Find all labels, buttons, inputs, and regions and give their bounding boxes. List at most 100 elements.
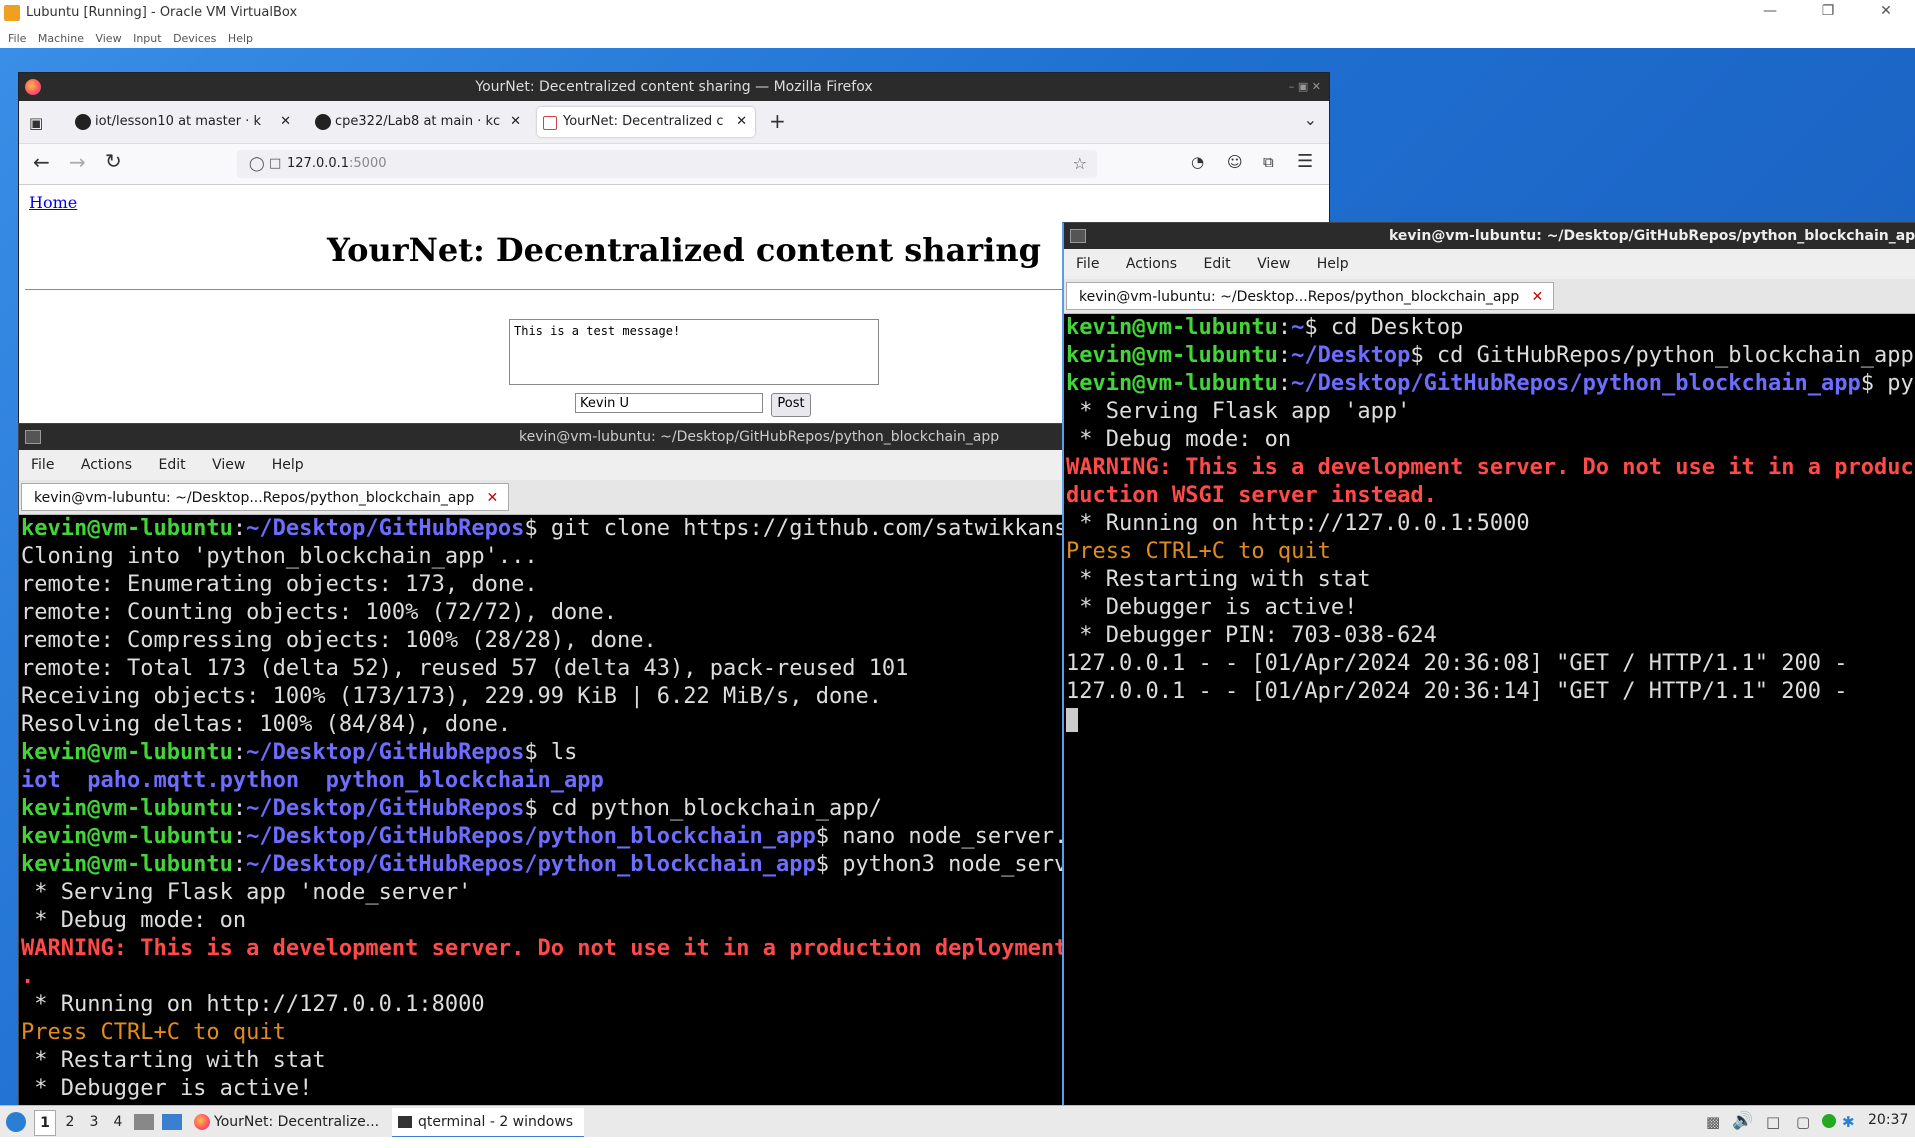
close-button[interactable]: ✕: [1868, 3, 1904, 23]
close-tab-icon[interactable]: ✕: [280, 107, 291, 137]
start-menu-icon[interactable]: [6, 1112, 26, 1132]
menu-view[interactable]: View: [212, 450, 245, 480]
author-input[interactable]: Kevin U: [575, 393, 763, 413]
account-icon[interactable]: ☺: [1227, 153, 1243, 171]
workspace-2[interactable]: 2: [62, 1110, 78, 1134]
terminal-line: WARNING: This is a development server. D…: [21, 936, 1081, 961]
menu-hamburger-icon[interactable]: ☰: [1297, 151, 1313, 172]
close-tab-icon[interactable]: ✕: [487, 484, 499, 512]
tab-overview-icon[interactable]: ▣: [29, 114, 43, 132]
terminal-icon: [1070, 229, 1086, 243]
menu-devices[interactable]: Devices: [173, 32, 216, 45]
volume-icon[interactable]: 🔊: [1732, 1111, 1753, 1131]
terminal-line: * Running on http://127.0.0.1:5000: [1066, 511, 1530, 536]
menu-edit[interactable]: Edit: [158, 450, 185, 480]
terminal-right-title-bar: kevin@vm-lubuntu: ~/Desktop/GitHubRepos/…: [1064, 223, 1915, 249]
menu-help[interactable]: Help: [228, 32, 253, 45]
back-arrow-icon[interactable]: ←: [33, 150, 50, 174]
window-controls[interactable]: – ▣ ✕: [1289, 73, 1321, 101]
terminal-line: * Serving Flask app 'app': [1066, 399, 1411, 424]
workspace-3[interactable]: 3: [86, 1110, 102, 1134]
menu-actions[interactable]: Actions: [1126, 249, 1177, 279]
workspace-4[interactable]: 4: [110, 1110, 126, 1134]
close-tab-icon[interactable]: ✕: [1532, 283, 1544, 311]
minimize-button[interactable]: —: [1752, 3, 1788, 23]
terminal-line: * Running on http://127.0.0.1:8000: [21, 992, 485, 1017]
terminal-line: kevin@vm-lubuntu:~/Desktop/GitHubRepos$ …: [21, 516, 1085, 541]
new-tab-button[interactable]: +: [769, 109, 786, 133]
file-icon[interactable]: □: [1766, 1113, 1780, 1131]
menu-input[interactable]: Input: [133, 32, 161, 45]
terminal-cursor: [1066, 706, 1915, 734]
bluetooth-icon[interactable]: ✱: [1842, 1113, 1855, 1131]
terminal-window-title: kevin@vm-lubuntu: ~/Desktop/GitHubRepos/…: [1389, 228, 1915, 244]
close-tab-icon[interactable]: ✕: [510, 107, 521, 137]
file-manager-icon[interactable]: [162, 1114, 182, 1130]
menu-file[interactable]: File: [31, 450, 54, 480]
terminal-line: 127.0.0.1 - - [01/Apr/2024 20:36:08] "GE…: [1066, 651, 1848, 676]
menu-help[interactable]: Help: [1317, 249, 1349, 279]
github-icon: [75, 114, 91, 130]
terminal-line: * Debugger is active!: [1066, 595, 1358, 620]
pocket-icon[interactable]: ◔: [1191, 153, 1204, 171]
reload-icon[interactable]: ↻: [105, 149, 122, 173]
menu-view[interactable]: View: [1257, 249, 1290, 279]
terminal-line: remote: Compressing objects: 100% (28/28…: [21, 628, 657, 653]
clipboard-icon[interactable]: ▩: [1706, 1113, 1720, 1131]
bookmark-star-icon[interactable]: ☆: [1073, 150, 1087, 178]
shield-icon: ◯: [249, 156, 265, 172]
url-bar[interactable]: ◯ □ 127.0.0.1:5000 ☆: [237, 150, 1097, 178]
taskbar-qterminal[interactable]: qterminal - 2 windows: [392, 1108, 584, 1138]
terminal-tab[interactable]: kevin@vm-lubuntu: ~/Desktop...Repos/pyth…: [21, 483, 510, 512]
terminal-menu-bar: File Actions Edit View Help: [1064, 249, 1915, 279]
network-icon[interactable]: [1822, 1114, 1836, 1128]
menu-file[interactable]: File: [1076, 249, 1099, 279]
terminal-line: WARNING: This is a development server. D…: [1066, 455, 1915, 480]
home-link[interactable]: Home: [29, 193, 77, 212]
forward-arrow-icon[interactable]: →: [69, 150, 86, 174]
terminal-left-output[interactable]: kevin@vm-lubuntu:~/Desktop/GitHubRepos$ …: [19, 515, 1085, 1103]
tab-label: iot/lesson10 at master · k: [95, 114, 262, 129]
menu-edit[interactable]: Edit: [1203, 249, 1230, 279]
taskbar-firefox[interactable]: YourNet: Decentralize...: [194, 1110, 384, 1134]
post-button[interactable]: Post: [771, 393, 811, 417]
github-icon: [315, 114, 331, 130]
vbox-menu-bar: File Machine View Input Devices Help: [0, 26, 1915, 48]
list-tabs-chevron-down-icon[interactable]: ⌄: [1304, 110, 1317, 129]
tab-yournet[interactable]: YourNet: Decentralized c ✕: [537, 107, 755, 137]
maximize-button[interactable]: ❐: [1810, 3, 1846, 23]
tab-strip: ▣ iot/lesson10 at master · k ✕ cpe322/La…: [19, 101, 1329, 144]
tab-github-iot[interactable]: iot/lesson10 at master · k ✕: [69, 107, 299, 137]
terminal-line: kevin@vm-lubuntu:~/Desktop/GitHubRepos$ …: [21, 796, 882, 821]
terminal-icon: [25, 430, 41, 444]
monitor-icon[interactable]: ▢: [1796, 1113, 1810, 1131]
menu-file[interactable]: File: [8, 32, 26, 45]
menu-machine[interactable]: Machine: [38, 32, 84, 45]
terminal-line: * Debug mode: on: [1066, 427, 1292, 452]
taskbar-app-label: YourNet: Decentralize...: [214, 1114, 380, 1130]
close-tab-icon[interactable]: ✕: [736, 107, 747, 137]
terminal-tab[interactable]: kevin@vm-lubuntu: ~/Desktop...Repos/pyth…: [1066, 282, 1555, 311]
terminal-line: remote: Total 173 (delta 52), reused 57 …: [21, 656, 909, 681]
clock[interactable]: 20:37: [1868, 1112, 1908, 1128]
workspace-1[interactable]: 1: [34, 1110, 56, 1136]
terminal-right-output[interactable]: kevin@vm-lubuntu:~$ cd Desktop kevin@vm-l…: [1064, 314, 1915, 734]
menu-help[interactable]: Help: [272, 450, 304, 480]
terminal-line: * Debug mode: on: [21, 908, 247, 933]
show-desktop-icon[interactable]: [134, 1114, 154, 1130]
terminal-menu-bar: File Actions Edit View Help: [19, 450, 1085, 480]
firefox-icon: [25, 79, 41, 95]
message-textarea[interactable]: This is a test message!: [509, 319, 879, 385]
firefox-window-title: YourNet: Decentralized content sharing —…: [475, 79, 873, 95]
terminal-line: * Serving Flask app 'node_server': [21, 880, 472, 905]
terminal-right-window: kevin@vm-lubuntu: ~/Desktop/GitHubRepos/…: [1062, 222, 1915, 1107]
terminal-line: 127.0.0.1 - - [01/Apr/2024 20:36:14] "GE…: [1066, 679, 1848, 704]
url-port: :5000: [349, 156, 387, 171]
tab-github-cpe322[interactable]: cpe322/Lab8 at main · kc ✕: [309, 107, 529, 137]
terminal-line: kevin@vm-lubuntu:~/Desktop$ cd GitHubRep…: [1066, 343, 1915, 368]
terminal-tab-label: kevin@vm-lubuntu: ~/Desktop...Repos/pyth…: [1079, 289, 1520, 305]
menu-view[interactable]: View: [95, 32, 121, 45]
terminal-line: kevin@vm-lubuntu:~/Desktop/GitHubRepos/p…: [21, 852, 1085, 877]
extensions-icon[interactable]: ⧉: [1263, 153, 1274, 171]
menu-actions[interactable]: Actions: [81, 450, 132, 480]
